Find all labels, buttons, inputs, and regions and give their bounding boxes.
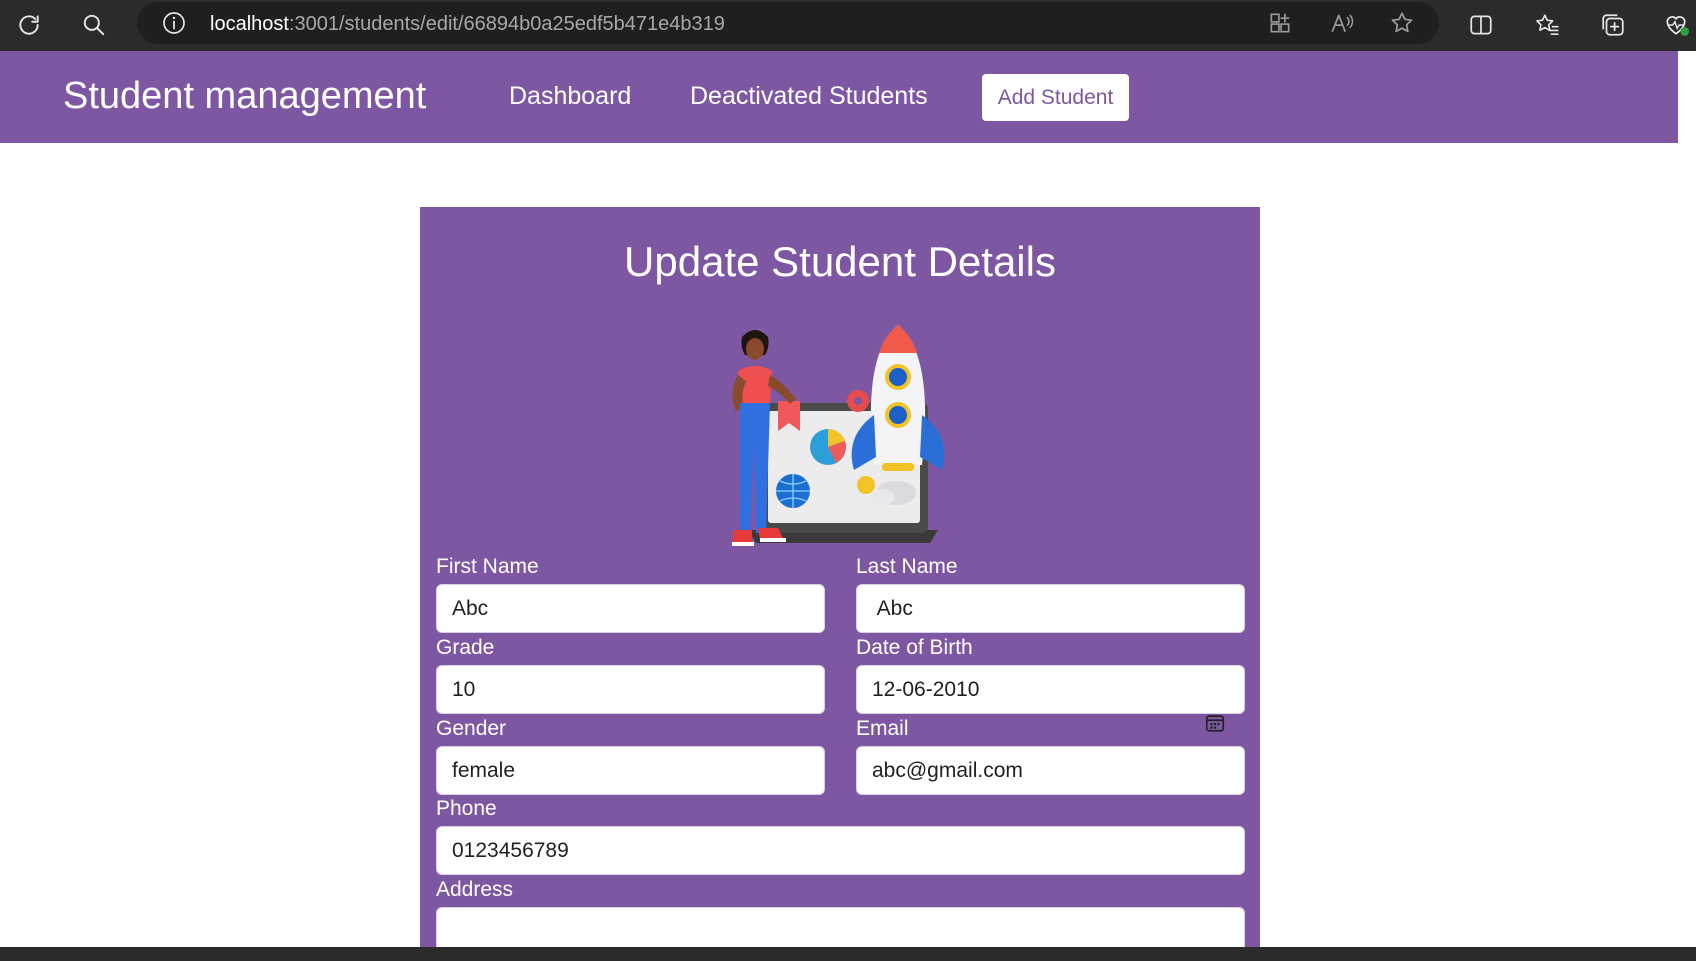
url-text[interactable]: localhost:3001/students/edit/66894b0a25e… <box>210 12 725 36</box>
app-navbar: Student management Dashboard Deactivated… <box>0 51 1678 143</box>
dob-input[interactable] <box>856 665 1245 714</box>
info-icon[interactable] <box>162 11 186 35</box>
gender-input[interactable] <box>436 746 825 795</box>
health-icon[interactable] <box>1656 6 1696 44</box>
calendar-icon[interactable] <box>1204 712 1226 734</box>
first-name-label: First Name <box>436 555 539 578</box>
form-title: Update Student Details <box>624 238 1056 285</box>
last-name-label: Last Name <box>856 555 958 578</box>
update-student-card: Update Student Details First Name Abc La… <box>420 207 1260 947</box>
read-aloud-icon[interactable] <box>1323 4 1361 42</box>
grade-input[interactable] <box>436 665 825 714</box>
first-name-input[interactable] <box>436 584 825 633</box>
address-bar[interactable]: localhost:3001/students/edit/66894b0a25e… <box>137 2 1439 44</box>
last-name-input[interactable] <box>856 584 1245 633</box>
brand-title[interactable]: Student management <box>63 73 426 119</box>
add-student-button[interactable]: Add Student <box>982 74 1129 121</box>
address-input[interactable] <box>436 907 1245 947</box>
nav-dashboard-link[interactable]: Dashboard <box>509 81 631 111</box>
grade-label: Grade <box>436 636 495 659</box>
url-host: localhost <box>210 13 289 35</box>
browser-toolbar: localhost:3001/students/edit/66894b0a25e… <box>0 0 1696 51</box>
split-screen-icon[interactable] <box>1462 6 1500 44</box>
nav-deactivated-students-link[interactable]: Deactivated Students <box>690 81 928 111</box>
window-bottom-edge <box>0 947 1696 961</box>
email-input[interactable] <box>856 746 1245 795</box>
address-label: Address <box>436 878 514 901</box>
email-label: Email <box>856 717 909 740</box>
scrollbar-gutter[interactable] <box>1678 51 1696 947</box>
favorite-star-icon[interactable] <box>1383 4 1421 42</box>
url-path: :3001/students/edit/66894b0a25edf5b471e4… <box>288 13 725 35</box>
refresh-icon[interactable] <box>10 6 48 44</box>
favorites-list-icon[interactable] <box>1528 6 1566 44</box>
phone-input[interactable] <box>436 826 1245 875</box>
collections-icon[interactable] <box>1594 6 1632 44</box>
phone-label: Phone <box>436 797 497 820</box>
dob-label: Date of Birth <box>856 636 973 659</box>
gender-label: Gender <box>436 717 507 740</box>
search-icon[interactable] <box>75 6 113 44</box>
student-illustration <box>732 325 945 546</box>
apps-icon[interactable] <box>1261 4 1299 42</box>
